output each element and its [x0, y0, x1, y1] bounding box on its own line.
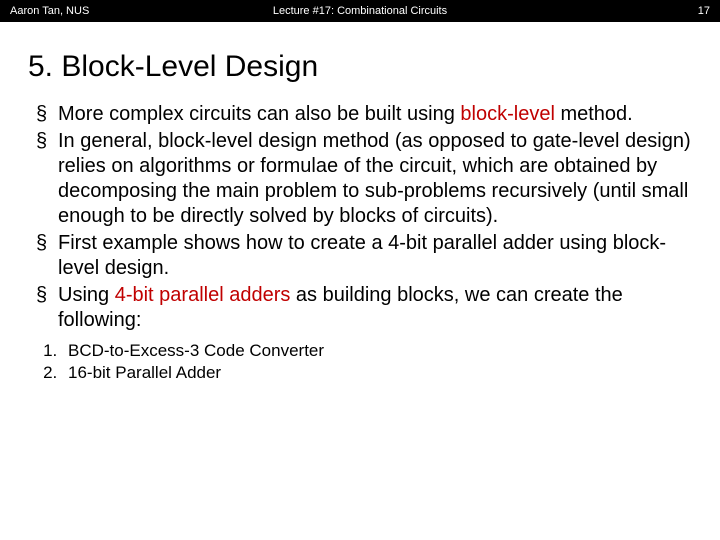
bullet-highlight: 4-bit parallel adders: [115, 284, 291, 306]
header-lecture: Lecture #17: Combinational Circuits: [0, 5, 720, 17]
bullet-item: More complex circuits can also be built …: [36, 102, 692, 127]
header-page-number: 17: [698, 5, 710, 17]
bullet-item: In general, block-level design method (a…: [36, 129, 692, 229]
bullet-text-pre: First example shows how to create a 4-bi…: [58, 232, 666, 279]
bullet-text-pre: In general, block-level design method (a…: [58, 130, 691, 227]
bullet-highlight: block-level: [460, 103, 554, 125]
slide-header: Aaron Tan, NUS Lecture #17: Combinationa…: [0, 0, 720, 22]
bullet-list: More complex circuits can also be built …: [36, 102, 692, 333]
numbered-sublist: BCD-to-Excess-3 Code Converter 16-bit Pa…: [62, 341, 692, 383]
sublist-item: 16-bit Parallel Adder: [62, 363, 692, 383]
bullet-text-pre: More complex circuits can also be built …: [58, 103, 460, 125]
slide-title: 5. Block-Level Design: [28, 50, 692, 84]
bullet-item: Using 4-bit parallel adders as building …: [36, 283, 692, 333]
sublist-item: BCD-to-Excess-3 Code Converter: [62, 341, 692, 361]
bullet-item: First example shows how to create a 4-bi…: [36, 231, 692, 281]
slide-content: 5. Block-Level Design More complex circu…: [0, 22, 720, 383]
bullet-text-post: method.: [555, 103, 633, 125]
bullet-text-pre: Using: [58, 284, 115, 306]
